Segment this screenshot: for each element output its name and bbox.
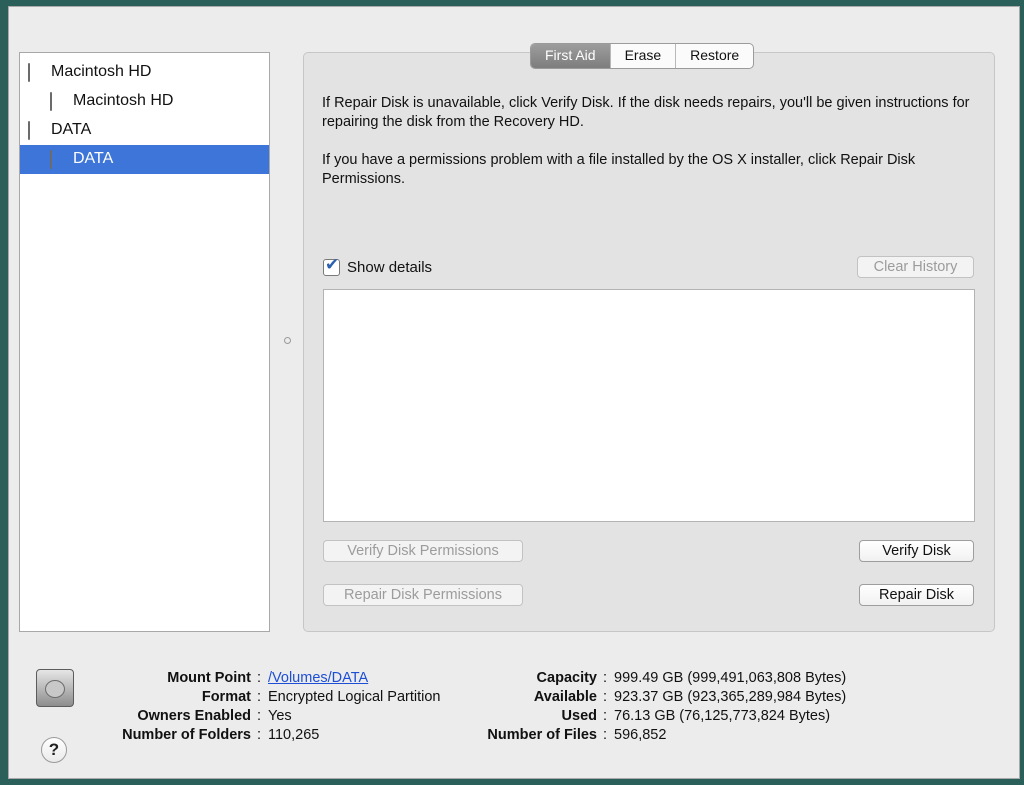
help-button[interactable]: ? xyxy=(41,737,67,763)
separator: : xyxy=(603,670,608,686)
tab-first-aid[interactable]: First Aid xyxy=(531,44,611,68)
format-label: Format xyxy=(201,689,251,705)
mount-point-link[interactable]: /Volumes/DATA xyxy=(268,669,368,688)
verify-disk-button[interactable]: Verify Disk xyxy=(859,540,974,562)
used-value: 76.13 GB (76,125,773,824 Bytes) xyxy=(614,708,831,724)
volume-info-icon xyxy=(36,669,74,709)
separator: : xyxy=(603,727,608,743)
sidebar-item-label: DATA xyxy=(51,121,92,138)
disk-utility-window: Macintosh HD Macintosh HD DATA DATA Firs… xyxy=(8,6,1020,779)
files-value: 596,852 xyxy=(614,727,667,743)
tab-bar: First Aid Erase Restore xyxy=(530,43,755,69)
sidebar-item-label: Macintosh HD xyxy=(73,92,174,109)
sidebar-item-data-volume[interactable]: DATA xyxy=(20,145,269,174)
format-value: Encrypted Logical Partition xyxy=(268,689,441,705)
owners-enabled-value: Yes xyxy=(268,708,292,724)
capacity-value: 999.49 GB (999,491,063,808 Bytes) xyxy=(614,670,847,686)
separator: : xyxy=(603,708,608,724)
repair-disk-permissions-button[interactable]: Repair Disk Permissions xyxy=(323,584,523,606)
sidebar-item-label: DATA xyxy=(73,150,114,167)
hard-disk-icon xyxy=(28,63,45,82)
details-log-area[interactable] xyxy=(323,289,975,522)
split-view-handle[interactable] xyxy=(284,337,291,344)
verify-disk-permissions-button[interactable]: Verify Disk Permissions xyxy=(323,540,523,562)
mount-point-label: Mount Point xyxy=(167,670,251,686)
owners-enabled-label: Owners Enabled xyxy=(137,708,251,724)
separator: : xyxy=(603,689,608,705)
files-label: Number of Files xyxy=(487,727,597,743)
separator: : xyxy=(257,708,262,724)
show-details-checkbox[interactable] xyxy=(323,255,340,276)
sidebar-item-label: Macintosh HD xyxy=(51,63,152,80)
hard-disk-icon xyxy=(28,121,45,140)
repair-disk-info-text: If Repair Disk is unavailable, click Ver… xyxy=(322,95,970,130)
sidebar-item-data-disk[interactable]: DATA xyxy=(20,116,269,145)
clear-history-button[interactable]: Clear History xyxy=(857,256,974,278)
separator: : xyxy=(257,689,262,705)
separator: : xyxy=(257,670,262,686)
used-label: Used xyxy=(561,708,597,724)
available-value: 923.37 GB (923,365,289,984 Bytes) xyxy=(614,689,847,705)
tab-restore[interactable]: Restore xyxy=(676,44,753,68)
repair-disk-button[interactable]: Repair Disk xyxy=(859,584,974,606)
volume-icon xyxy=(50,92,67,111)
permissions-info-text: If you have a permissions problem with a… xyxy=(322,152,916,187)
show-details-label: Show details xyxy=(347,259,433,276)
separator: : xyxy=(257,727,262,743)
disk-sidebar[interactable]: Macintosh HD Macintosh HD DATA DATA xyxy=(19,52,270,632)
capacity-label: Capacity xyxy=(536,670,597,686)
sidebar-item-macintosh-hd-disk[interactable]: Macintosh HD xyxy=(20,58,269,87)
sidebar-item-macintosh-hd-volume[interactable]: Macintosh HD xyxy=(20,87,269,116)
volume-icon xyxy=(50,150,67,169)
folders-label: Number of Folders xyxy=(122,727,251,743)
folders-value: 110,265 xyxy=(268,727,320,743)
tab-erase[interactable]: Erase xyxy=(611,44,677,68)
show-details-row[interactable]: Show details xyxy=(323,255,433,276)
available-label: Available xyxy=(533,689,597,705)
